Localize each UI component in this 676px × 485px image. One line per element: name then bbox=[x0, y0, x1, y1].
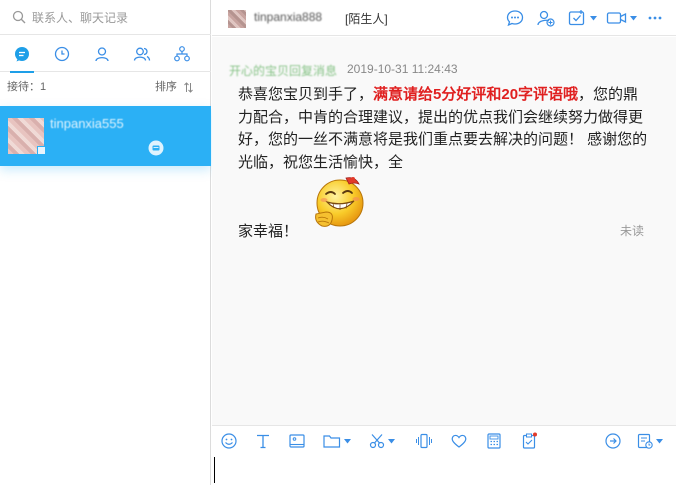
chevron-down-icon bbox=[656, 438, 663, 444]
message-button[interactable] bbox=[505, 8, 525, 28]
text-format-icon bbox=[254, 432, 272, 450]
chat-header: tinpanxia888 [陌生人] bbox=[212, 0, 676, 36]
person-icon bbox=[93, 45, 111, 63]
org-structure-icon bbox=[173, 45, 191, 63]
search-input[interactable] bbox=[32, 8, 202, 28]
message-text-prefix: 恭喜您宝贝到手了， bbox=[238, 86, 374, 103]
queue-bar: 接待：1 排序 bbox=[0, 74, 211, 100]
chat-app: 接待：1 排序 tinpanxia555 tinpanxia888 [陌生人] bbox=[0, 0, 676, 485]
chat-bubble-icon bbox=[13, 45, 31, 63]
chevron-down-icon bbox=[630, 15, 637, 21]
heart-icon bbox=[450, 432, 468, 450]
quick-reply-button[interactable] bbox=[604, 431, 622, 451]
sort-label: 排序 bbox=[154, 81, 177, 93]
tab-contacts[interactable] bbox=[82, 36, 122, 72]
tab-chats[interactable] bbox=[2, 36, 42, 73]
chevron-down-icon bbox=[344, 438, 351, 444]
message-input-area[interactable] bbox=[212, 455, 676, 485]
read-status: 未读 bbox=[620, 224, 645, 238]
emoji-button[interactable] bbox=[220, 431, 238, 451]
contact-tag: [陌生人] bbox=[345, 12, 388, 26]
chat-badge-icon bbox=[148, 140, 164, 156]
image-button[interactable] bbox=[288, 431, 306, 451]
message-text-end: 家幸福！ bbox=[238, 223, 299, 240]
sort-button[interactable]: 排序 bbox=[155, 74, 193, 100]
image-icon bbox=[288, 432, 306, 450]
screenshot-button[interactable] bbox=[368, 431, 395, 451]
clipboard-icon bbox=[520, 432, 538, 450]
group-icon bbox=[132, 45, 152, 63]
grinning-fan-emoji bbox=[310, 172, 368, 230]
vibrate-icon bbox=[415, 432, 433, 450]
clock-icon bbox=[53, 45, 71, 63]
avatar-status-badge bbox=[37, 146, 46, 155]
chevron-down-icon bbox=[590, 15, 597, 21]
file-button[interactable] bbox=[322, 431, 351, 451]
message-input[interactable] bbox=[212, 455, 676, 485]
video-call-button[interactable] bbox=[606, 8, 637, 28]
sort-arrows-icon bbox=[184, 81, 193, 93]
history-icon bbox=[636, 432, 654, 450]
clipboard-button[interactable] bbox=[520, 431, 538, 451]
reply-icon bbox=[604, 432, 622, 450]
scissors-icon bbox=[368, 432, 386, 450]
video-icon bbox=[606, 8, 628, 28]
calculator-icon bbox=[485, 432, 503, 450]
contact-name: tinpanxia888 bbox=[254, 10, 323, 24]
message-icon bbox=[505, 8, 525, 28]
chevron-down-icon bbox=[388, 438, 395, 444]
emoji-icon bbox=[220, 432, 238, 450]
text-format-button[interactable] bbox=[254, 431, 272, 451]
nav-tabs bbox=[0, 36, 211, 73]
calculator-button[interactable] bbox=[485, 431, 503, 451]
session-item[interactable]: tinpanxia555 bbox=[0, 106, 211, 166]
task-button[interactable] bbox=[567, 8, 597, 28]
message-highlight: 满意请给5分好评和20字评语哦 bbox=[373, 86, 579, 103]
contact-avatar bbox=[228, 10, 246, 28]
history-button[interactable] bbox=[636, 431, 663, 451]
search-bar bbox=[0, 0, 211, 35]
add-contact-icon bbox=[536, 8, 556, 28]
message-sender: 开心的宝贝回复消息 bbox=[229, 64, 338, 78]
composer-toolbar bbox=[212, 425, 676, 455]
message-timestamp: 2019-10-31 11:24:43 bbox=[347, 62, 458, 76]
message-text: 恭喜您宝贝到手了，满意请给5分好评和20字评语哦，您的鼎力配合，中肯的合理建议，… bbox=[238, 84, 648, 174]
add-contact-button[interactable] bbox=[536, 8, 556, 28]
queue-count-label: 接待：1 bbox=[7, 81, 47, 93]
vibrate-button[interactable] bbox=[415, 431, 433, 451]
search-icon bbox=[12, 10, 26, 24]
tab-groups[interactable] bbox=[122, 36, 162, 72]
left-panel: 接待：1 排序 tinpanxia555 bbox=[0, 0, 211, 485]
text-caret bbox=[214, 457, 215, 483]
tab-recent[interactable] bbox=[42, 36, 82, 72]
checklist-icon bbox=[567, 8, 587, 28]
session-name: tinpanxia555 bbox=[50, 116, 124, 131]
tab-organization[interactable] bbox=[162, 36, 202, 72]
folder-icon bbox=[322, 432, 342, 450]
more-button[interactable] bbox=[647, 8, 663, 28]
message-area: 开心的宝贝回复消息 2019-10-31 11:24:43 恭喜您宝贝到手了，满… bbox=[212, 37, 676, 425]
chat-panel: tinpanxia888 [陌生人] 开心的宝贝回复消息 2019-10-31 … bbox=[212, 0, 676, 485]
more-icon bbox=[647, 8, 663, 28]
favorite-button[interactable] bbox=[450, 431, 468, 451]
